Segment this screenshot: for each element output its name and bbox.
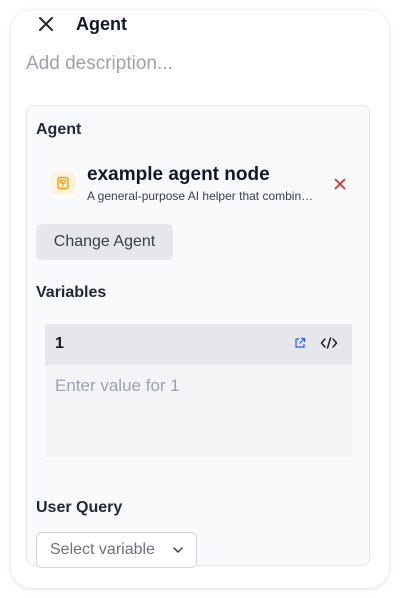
panel-header: Agent: [11, 10, 389, 40]
variables-section-label: Variables: [36, 284, 107, 301]
agent-section-label: Agent: [36, 121, 82, 138]
chevron-down-icon: [173, 547, 183, 553]
variable-name: 1: [55, 335, 64, 352]
agent-config-card: Agent example agent node A general-purpo…: [26, 105, 370, 568]
code-icon: [320, 337, 338, 349]
change-agent-button[interactable]: Change Agent: [36, 224, 173, 260]
user-query-section-label: User Query: [36, 499, 123, 516]
variable-select[interactable]: Select variable: [36, 532, 197, 568]
close-button[interactable]: [35, 13, 57, 35]
variable-select-placeholder: Select variable: [50, 541, 155, 558]
panel-title: Agent: [76, 14, 127, 34]
code-toggle-button[interactable]: [319, 334, 339, 352]
agent-name: example agent node: [87, 164, 270, 185]
close-icon: [39, 17, 53, 31]
external-link-icon: [295, 337, 306, 348]
variable-value-input[interactable]: [45, 365, 352, 457]
remove-icon: [334, 178, 346, 190]
agent-description: A general-purpose AI helper that combin…: [87, 189, 314, 203]
open-external-button[interactable]: [292, 335, 308, 351]
agent-panel: Agent Add description... Agent example a…: [11, 10, 389, 588]
description-field[interactable]: Add description...: [26, 52, 173, 76]
variable-item: 1: [45, 324, 352, 457]
agent-icon: [51, 171, 75, 195]
remove-agent-button[interactable]: [332, 176, 348, 192]
variable-header: 1: [45, 324, 352, 365]
